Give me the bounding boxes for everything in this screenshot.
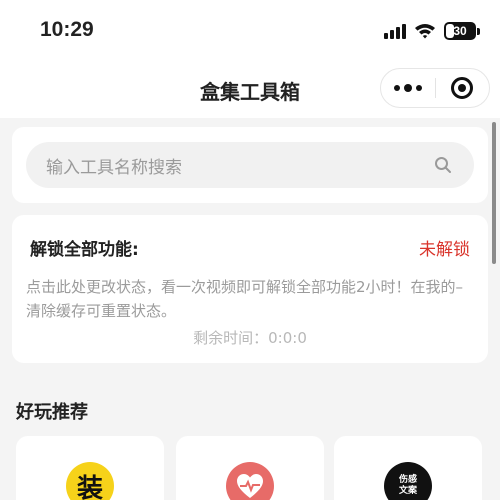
section-title: 好玩推荐: [16, 402, 88, 423]
status-bar: 10:29 30: [0, 0, 500, 62]
nav-bar: 盒集工具箱: [0, 62, 500, 118]
quote-logo-icon: 伤感文案: [384, 462, 432, 500]
tool-card[interactable]: [176, 436, 324, 500]
zhuang-logo-icon: 装: [66, 462, 114, 500]
unlock-card[interactable]: 解锁全部功能: 未解锁 点击此处更改状态，看一次视频即可解锁全部功能2小时！在我…: [12, 215, 488, 363]
status-time: 10:29: [40, 18, 94, 41]
unlock-description: 点击此处更改状态，看一次视频即可解锁全部功能2小时！在我的–清除缓存可重置状态。: [26, 278, 464, 320]
search-input[interactable]: 输入工具名称搜索: [26, 142, 474, 188]
unlock-title: 解锁全部功能:: [30, 240, 139, 260]
signal-icon: [384, 23, 406, 39]
search-card: 输入工具名称搜索: [12, 127, 488, 203]
remaining-time: 剩余时间：0:0:0: [193, 329, 307, 347]
more-icon[interactable]: [381, 69, 435, 107]
close-miniprogram-icon[interactable]: [436, 69, 489, 107]
search-icon[interactable]: [434, 156, 452, 174]
wifi-icon: [414, 23, 436, 39]
unlock-status-badge[interactable]: 未解锁: [419, 235, 470, 260]
heart-pulse-icon: [226, 462, 274, 500]
tool-card[interactable]: 伤感文案: [334, 436, 482, 500]
battery-icon: 30: [444, 22, 480, 40]
tool-card[interactable]: 装: [16, 436, 164, 500]
tool-icon-text: 装: [76, 473, 103, 500]
search-placeholder: 输入工具名称搜索: [46, 157, 182, 178]
tool-icon-text: 伤感文案: [398, 475, 417, 496]
status-icons: 30: [384, 22, 480, 40]
mini-program-capsule: [380, 68, 490, 108]
scrollbar[interactable]: [492, 122, 496, 264]
battery-level-text: 30: [453, 24, 467, 38]
